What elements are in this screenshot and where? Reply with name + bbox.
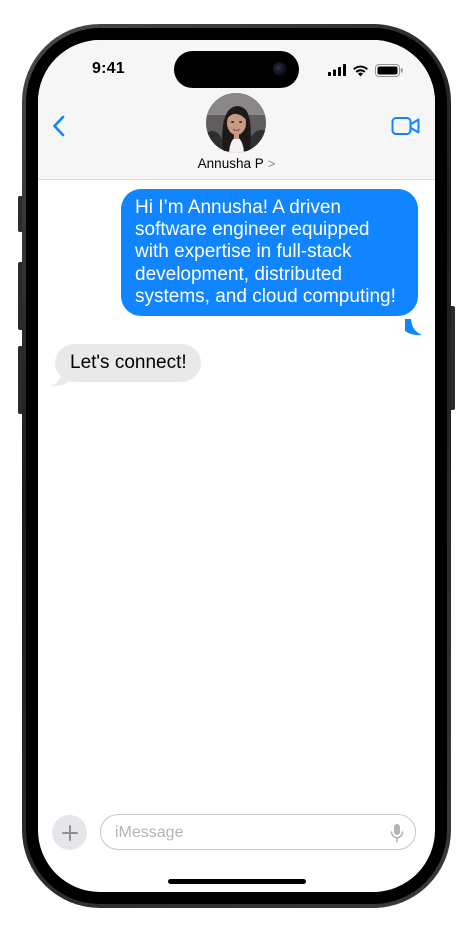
apps-plus-button[interactable] bbox=[52, 815, 87, 850]
conversation-header: 9:41 Annusha P > bbox=[38, 40, 435, 180]
facetime-video-button[interactable] bbox=[391, 115, 421, 137]
outgoing-bubble-tail bbox=[405, 319, 422, 336]
message-bubble-incoming[interactable]: Let's connect! bbox=[55, 344, 201, 383]
message-bubble-outgoing[interactable]: Hi I’m Annusha! A driven software engine… bbox=[121, 189, 418, 317]
chevron-right-icon: > bbox=[267, 156, 276, 171]
dictation-button[interactable] bbox=[390, 823, 404, 843]
home-indicator[interactable] bbox=[168, 879, 306, 884]
plus-icon bbox=[61, 824, 78, 841]
device-mockup: 9:41 Annusha P > Hi I’m Annusha! A drive… bbox=[0, 0, 473, 932]
cellular-signal-icon bbox=[328, 64, 346, 76]
battery-icon bbox=[375, 63, 403, 77]
message-input[interactable] bbox=[113, 815, 377, 851]
contact-name-button[interactable]: Annusha P > bbox=[38, 156, 435, 171]
chevron-left-icon bbox=[52, 115, 64, 137]
avatar-photo bbox=[206, 93, 266, 153]
wifi-icon bbox=[353, 65, 368, 76]
microphone-icon bbox=[390, 824, 404, 843]
contact-avatar[interactable] bbox=[206, 93, 266, 153]
status-icons bbox=[328, 63, 403, 77]
back-button[interactable] bbox=[46, 113, 70, 139]
front-camera-icon bbox=[273, 62, 287, 76]
status-time: 9:41 bbox=[92, 60, 125, 77]
dynamic-island bbox=[174, 51, 299, 88]
message-input-field[interactable] bbox=[100, 814, 416, 851]
video-camera-icon bbox=[391, 117, 420, 135]
contact-name: Annusha P bbox=[197, 156, 264, 171]
messages-screen: 9:41 Annusha P > Hi I’m Annusha! A drive… bbox=[38, 40, 435, 892]
